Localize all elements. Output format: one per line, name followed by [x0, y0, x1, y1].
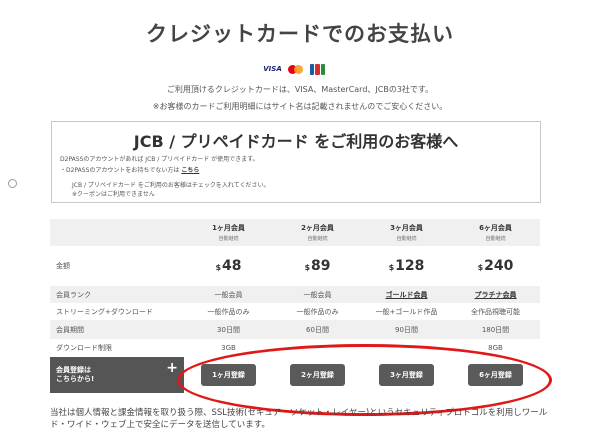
notice-title: JCB / プリペイドカード をご利用のお客様へ — [133, 132, 459, 151]
statement-note: ※お客様のカードご利用明細にはサイト名は記載されませんのでご安心ください。 — [152, 102, 448, 111]
mastercard-icon — [287, 64, 305, 75]
notice-line-1: D2PASSのアカウントがあれば JCB / プリペイドカード が使用できます。 — [60, 156, 259, 163]
plan-4-rank-link[interactable]: プラチナ会員 — [475, 290, 517, 300]
jcb-icon — [310, 64, 325, 75]
download-label: ダウンロード制限 — [56, 344, 112, 352]
visa-icon: VISA — [263, 65, 282, 73]
rank-label: 会員ランク — [56, 290, 91, 299]
plan-2-period: 60日間 — [306, 325, 329, 334]
card-logos: VISA — [263, 64, 325, 75]
register-d2pass-link[interactable]: こちら — [181, 167, 199, 174]
plan-3-streaming: 一般+ゴールド作品 — [375, 307, 438, 316]
ssl-footer-text: 当社は個人情報と課金情報を取り扱う際、SSL技術(セキュア・ソケット・レイヤー)… — [50, 408, 548, 430]
plan-1-streaming: 一般作品のみ — [207, 307, 250, 316]
plan-3-rank-link[interactable]: ゴールド会員 — [386, 290, 428, 300]
highlight-ellipse — [177, 344, 552, 416]
jcb-prepaid-notice: JCB / プリペイドカード をご利用のお客様へ D2PASSのアカウントがあれ… — [51, 121, 541, 203]
streaming-label: ストリーミング+ダウンロード — [56, 307, 153, 316]
plan-4-header: 6ヶ月会員 自動継続 — [479, 224, 512, 242]
plan-4-price: $240 — [477, 258, 514, 274]
register-label-line-1: 会員登録は — [56, 366, 91, 374]
header-empty — [50, 219, 184, 246]
register-label-line-2: こちらから! — [56, 375, 95, 383]
jcb-prepaid-checkbox[interactable] — [8, 179, 17, 188]
register-label: 会員登録は こちらから! + — [50, 357, 184, 393]
plan-4-period: 180日間 — [481, 325, 510, 334]
period-label: 会員期間 — [56, 325, 84, 334]
plan-1-rank: 一般会員 — [214, 290, 243, 299]
plan-1-period: 30日間 — [217, 325, 240, 334]
plan-3-period: 90日間 — [395, 325, 418, 334]
plan-1-header: 1ヶ月会員 自動継続 — [212, 224, 245, 242]
table-row-amount: 金額 $48 $89 $128 $240 — [50, 246, 540, 286]
plan-2-price: $89 — [304, 258, 331, 274]
plan-1-price: $48 — [215, 258, 242, 274]
table-header-row: 1ヶ月会員 自動継続 2ヶ月会員 自動継続 3ヶ月会員 自動継続 6ヶ月会員 自動継続 — [50, 219, 540, 246]
plus-icon: + — [166, 360, 178, 376]
notice-line-2: ・D2PASSのアカウントをお持ちでない方は こちら — [60, 165, 199, 174]
table-row-streaming: ストリーミング+ダウンロード 一般作品のみ 一般作品のみ 一般+ゴールド作品 全… — [50, 303, 540, 320]
accepted-cards-text: ご利用頂けるクレジットカードは、VISA、MasterCard、JCBの3社です… — [166, 85, 434, 94]
checkbox-label: JCB / プリペイドカード をご利用のお客様はチェックを入れてください。 — [72, 182, 270, 189]
plan-3-header: 3ヶ月会員 自動継続 — [390, 224, 423, 242]
plan-4-streaming: 全作品視聴可能 — [471, 307, 520, 316]
table-row-rank: 会員ランク 一般会員 一般会員 ゴールド会員 プラチナ会員 — [50, 286, 540, 303]
coupon-note: ※クーポンはご利用できません — [72, 191, 155, 198]
plan-2-streaming: 一般作品のみ — [296, 307, 339, 316]
plan-2-rank: 一般会員 — [303, 290, 332, 299]
notice-line-2-prefix: ・D2PASSのアカウントをお持ちでない方は — [60, 167, 180, 174]
amount-label: 金額 — [56, 262, 70, 270]
plan-2-header: 2ヶ月会員 自動継続 — [301, 224, 334, 242]
table-row-period: 会員期間 30日間 60日間 90日間 180日間 — [50, 320, 540, 339]
page-title: クレジットカードでのお支払い — [146, 22, 454, 46]
plan-3-price: $128 — [388, 258, 425, 274]
